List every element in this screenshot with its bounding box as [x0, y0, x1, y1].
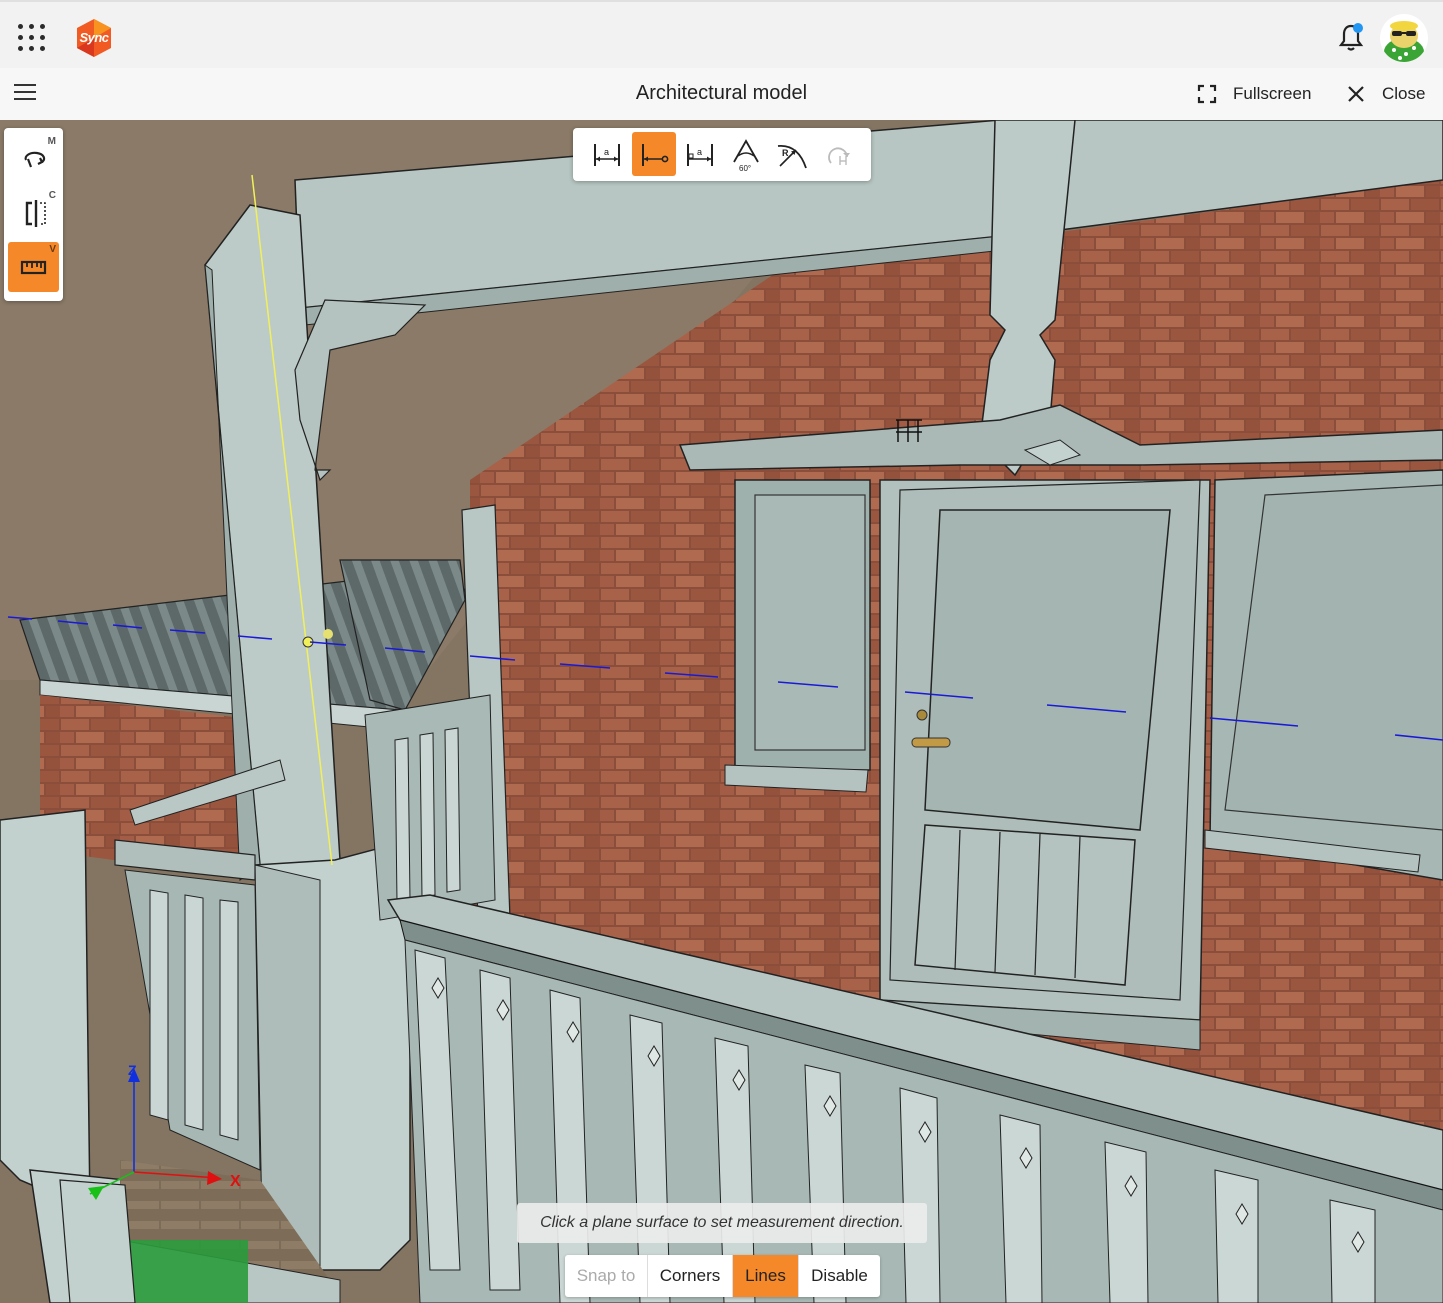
architectural-model-scene[interactable]: Z X [0, 120, 1443, 1303]
perpendicular-distance-tool-button[interactable]: a [678, 132, 722, 176]
point-to-line-tool-button[interactable] [632, 132, 676, 176]
fullscreen-label: Fullscreen [1233, 84, 1312, 103]
distance-tool-button[interactable]: a [585, 132, 629, 176]
radius-icon: R [777, 145, 807, 169]
notifications-bell-icon[interactable] [1338, 22, 1366, 52]
close-button[interactable]: Close [1346, 78, 1425, 110]
angle-glyph: 60° [739, 164, 751, 173]
fullscreen-icon [1197, 84, 1217, 104]
app-bar: Sync [0, 0, 1443, 68]
title-bar: Architectural model Fullscreen Close [0, 68, 1443, 120]
clear-measurements-button[interactable] [816, 132, 860, 176]
orbit-tool-button[interactable]: M [8, 134, 59, 184]
measurement-hint: Click a plane surface to set measurement… [517, 1203, 927, 1243]
snap-disable-button[interactable]: Disable [799, 1255, 880, 1297]
angle-icon: 60° [733, 139, 759, 173]
perpendicular-distance-icon: a [687, 144, 713, 166]
measure-shortcut: V [49, 244, 56, 255]
clear-measurements-icon [828, 147, 850, 165]
snap-corners-button[interactable]: Corners [648, 1255, 733, 1297]
fullscreen-button[interactable]: Fullscreen [1197, 78, 1311, 110]
perpendicular-glyph: a [697, 147, 702, 157]
axis-x-label: X [230, 1173, 241, 1190]
radius-glyph: R [782, 148, 789, 158]
radius-tool-button[interactable]: R [770, 132, 814, 176]
close-icon [1348, 86, 1364, 102]
model-viewport[interactable]: Z X [0, 120, 1443, 1303]
point-to-line-icon [642, 144, 669, 166]
distance-glyph: a [604, 147, 609, 157]
axis-z-label: Z [128, 1062, 137, 1078]
sync-logo: Sync [74, 18, 114, 58]
tool-palette: M C V [4, 128, 63, 301]
snap-to-label: Snap to [565, 1255, 648, 1297]
section-tool-button[interactable]: C [8, 188, 59, 238]
user-avatar[interactable] [1380, 14, 1428, 62]
snap-lines-button[interactable]: Lines [733, 1255, 799, 1297]
app-launcher-icon[interactable] [18, 24, 48, 54]
measure-tool-button[interactable]: V [8, 242, 59, 292]
close-label: Close [1382, 84, 1426, 103]
section-shortcut: C [48, 190, 56, 201]
angle-tool-button[interactable]: 60° [724, 132, 768, 176]
measure-toolbar: a a 60° R [573, 128, 871, 181]
logo-text: Sync [79, 30, 109, 45]
snap-selector: Snap to Corners Lines Disable [565, 1255, 880, 1297]
distance-icon: a [594, 144, 620, 166]
orbit-shortcut: M [47, 136, 56, 147]
